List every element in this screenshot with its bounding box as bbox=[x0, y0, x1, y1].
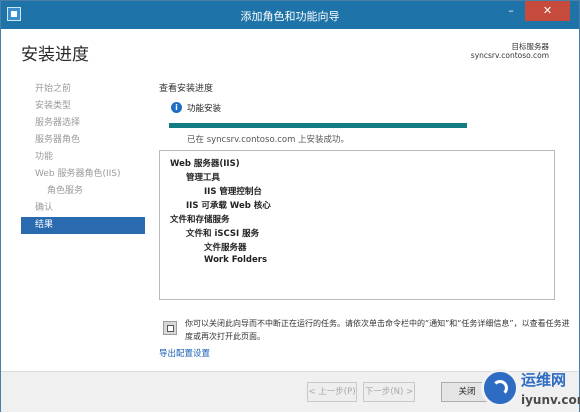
nav-item-web-server-role: Web 服务器角色(IIS) bbox=[35, 169, 121, 179]
minimize-button[interactable]: – bbox=[498, 1, 524, 21]
watermark-logo: 运维网 iyunv.com bbox=[481, 363, 580, 413]
watermark-title: 运维网 bbox=[521, 371, 567, 389]
window-title: 添加角色和功能向导 bbox=[240, 10, 340, 23]
nav-item-server-roles: 服务器角色 bbox=[35, 135, 81, 145]
main-content: 查看安装进度 i 功能安装 已在 syncsrv.contoso.com 上安装… bbox=[159, 81, 555, 145]
wizard-nav: 开始之前 安装类型 服务器选择 服务器角色 功能 Web 服务器角色(IIS) … bbox=[21, 81, 145, 234]
result-item: IIS 可承载 Web 核心 bbox=[186, 201, 271, 211]
nav-item-results[interactable]: 结果 bbox=[21, 217, 145, 234]
export-config-link[interactable]: 导出配置设置 bbox=[159, 347, 210, 359]
nav-item-installation-type: 安装类型 bbox=[35, 101, 72, 111]
nav-item-confirmation: 确认 bbox=[35, 203, 54, 213]
result-item: 文件和 iSCSI 服务 bbox=[186, 229, 260, 239]
title-bar: 添加角色和功能向导 – ✕ bbox=[1, 1, 579, 29]
result-item: Web 服务器(IIS) bbox=[170, 159, 240, 169]
next-button[interactable]: 下一步(N) > bbox=[363, 382, 415, 402]
nav-item-features: 功能 bbox=[35, 152, 54, 162]
progress-bar bbox=[169, 123, 467, 128]
watermark-subtitle: iyunv.com bbox=[521, 393, 580, 407]
result-item: 文件服务器 bbox=[204, 243, 247, 253]
results-list[interactable]: Web 服务器(IIS) 管理工具 IIS 管理控制台 IIS 可承载 Web 核心文… bbox=[159, 150, 555, 300]
notification-icon bbox=[163, 321, 177, 335]
nav-item-before-you-begin: 开始之前 bbox=[35, 84, 72, 94]
page-title: 安装进度 bbox=[21, 45, 89, 65]
wizard-window: 添加角色和功能向导 – ✕ 安装进度 目标服务器 syncsrv.contoso… bbox=[0, 0, 580, 412]
feature-installation-label: 功能安装 bbox=[187, 104, 222, 114]
nav-item-role-services: 角色服务 bbox=[47, 186, 84, 196]
close-window-button[interactable]: ✕ bbox=[525, 1, 570, 21]
result-item: Work Folders bbox=[204, 255, 268, 265]
notice-text: 你可以关闭此向导而不中断正在运行的任务。请依次单击命令栏中的“通知”和“任务详细… bbox=[185, 319, 570, 341]
result-item: 文件和存储服务 bbox=[170, 215, 230, 225]
progress-fill bbox=[169, 123, 467, 128]
destination-server-name: syncsrv.contoso.com bbox=[470, 51, 549, 60]
result-item: IIS 管理控制台 bbox=[204, 187, 262, 197]
previous-button[interactable]: < 上一步(P) bbox=[307, 382, 357, 402]
section-label: 查看安装进度 bbox=[159, 84, 214, 94]
logo-icon bbox=[481, 369, 519, 407]
result-item: 管理工具 bbox=[186, 173, 221, 183]
success-message: 已在 syncsrv.contoso.com 上安装成功。 bbox=[187, 135, 350, 145]
nav-item-server-selection: 服务器选择 bbox=[35, 118, 81, 128]
info-icon: i bbox=[171, 102, 182, 113]
page-header: 安装进度 目标服务器 syncsrv.contoso.com bbox=[1, 29, 579, 77]
